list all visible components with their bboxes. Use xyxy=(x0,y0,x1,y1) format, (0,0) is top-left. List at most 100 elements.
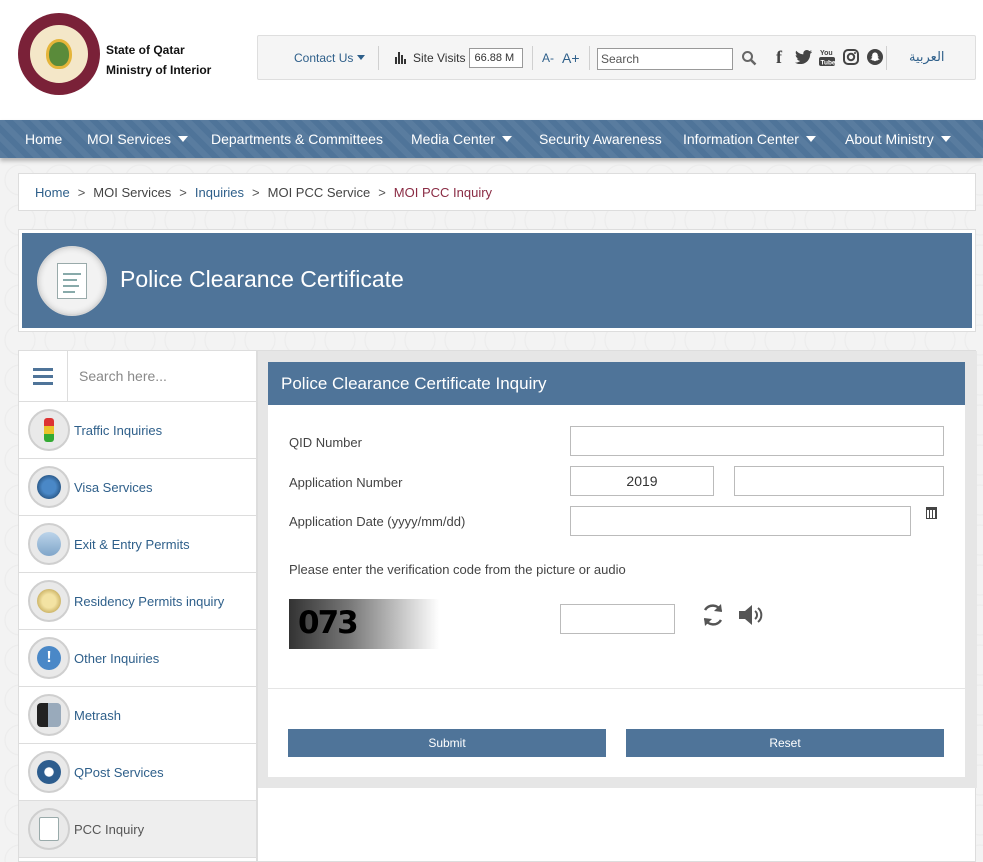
breadcrumb-separator: > xyxy=(179,184,187,200)
form-container: Police Clearance Certificate Inquiry QID… xyxy=(258,351,977,788)
verification-instructions: Please enter the verification code from … xyxy=(289,562,626,577)
caret-down-icon xyxy=(502,136,513,142)
submit-button[interactable]: Submit xyxy=(288,729,606,757)
instagram-icon[interactable] xyxy=(842,47,860,67)
reset-button[interactable]: Reset xyxy=(626,729,944,757)
nav-label: Home xyxy=(25,131,63,147)
moi-logo[interactable] xyxy=(18,13,100,95)
captcha-input[interactable] xyxy=(560,604,675,634)
divider xyxy=(589,46,590,70)
sidebar-item-pcc-inquiry[interactable]: PCC Inquiry xyxy=(19,801,256,858)
form-title: Police Clearance Certificate Inquiry xyxy=(268,362,965,405)
snapchat-icon[interactable] xyxy=(866,47,884,67)
main-content: Police Clearance Certificate Inquiry QID… xyxy=(257,350,977,862)
utility-bar: Contact Us Site Visits 66.88 M A- A+ Sea… xyxy=(257,35,976,80)
font-increase-button[interactable]: A+ xyxy=(562,50,580,66)
exclamation-icon: ! xyxy=(28,637,70,679)
twitter-icon[interactable] xyxy=(794,47,812,67)
breadcrumb-moi-services: MOI Services xyxy=(93,184,172,200)
logo-emblem xyxy=(30,25,88,83)
search-icon[interactable] xyxy=(741,50,757,66)
bar-chart-icon xyxy=(395,51,407,64)
nav-departments[interactable]: Departments & Committees xyxy=(211,120,383,158)
contact-us-dropdown[interactable]: Contact Us xyxy=(294,36,366,79)
visa-icon xyxy=(28,466,70,508)
nav-label: Information Center xyxy=(683,131,799,147)
sidebar-search-input[interactable]: Search here... xyxy=(79,368,167,384)
breadcrumb: Home > MOI Services > Inquiries > MOI PC… xyxy=(18,173,976,211)
hamburger-menu-icon[interactable] xyxy=(19,351,68,401)
certificate-icon xyxy=(37,246,107,316)
nav-information-center[interactable]: Information Center xyxy=(683,120,816,158)
contact-us-label: Contact Us xyxy=(294,50,354,65)
emblem-icon xyxy=(46,39,72,69)
page-title: Police Clearance Certificate xyxy=(120,266,404,292)
breadcrumb-separator: > xyxy=(378,184,386,200)
sidebar-item-label: Exit & Entry Permits xyxy=(74,536,190,552)
sidebar-item-label: PCC Inquiry xyxy=(74,821,145,837)
banner-body: Police Clearance Certificate xyxy=(22,233,972,328)
calendar-icon[interactable] xyxy=(926,507,937,519)
mobile-phone-icon xyxy=(28,694,70,736)
font-decrease-button[interactable]: A- xyxy=(542,51,554,65)
sidebar-item-qpost[interactable]: QPost Services xyxy=(19,744,256,801)
nav-label: About Ministry xyxy=(845,131,934,147)
captcha-image: 073 xyxy=(289,599,439,649)
sidebar-item-visa-services[interactable]: Visa Services xyxy=(19,459,256,516)
org-name: State of Qatar Ministry of Interior xyxy=(106,40,211,80)
facebook-icon[interactable]: f xyxy=(770,47,788,67)
nav-moi-services[interactable]: MOI Services xyxy=(87,120,189,158)
nav-about-ministry[interactable]: About Ministry xyxy=(845,120,951,158)
sidebar-item-exit-entry[interactable]: Exit & Entry Permits xyxy=(19,516,256,573)
refresh-icon[interactable] xyxy=(700,602,726,628)
document-icon xyxy=(57,263,87,299)
application-date-label: Application Date (yyyy/mm/dd) xyxy=(289,514,466,529)
org-line-1: State of Qatar xyxy=(106,43,185,57)
nav-label: Security Awareness xyxy=(539,131,662,147)
sidebar-item-residency-permits[interactable]: Residency Permits inquiry xyxy=(19,573,256,630)
breadcrumb-current: MOI PCC Inquiry xyxy=(393,184,493,200)
org-line-2: Ministry of Interior xyxy=(106,63,212,77)
nav-label: Departments & Committees xyxy=(211,131,383,147)
nav-label: MOI Services xyxy=(87,131,172,147)
application-date-input[interactable] xyxy=(570,506,911,536)
application-year-input[interactable]: 2019 xyxy=(570,466,714,496)
breadcrumb-separator: > xyxy=(77,184,86,200)
traffic-light-icon xyxy=(28,409,70,451)
site-visits-label: Site Visits xyxy=(413,50,466,65)
caret-down-icon xyxy=(357,55,366,60)
nav-media-center[interactable]: Media Center xyxy=(411,120,513,158)
application-number-input[interactable] xyxy=(734,466,944,496)
caret-down-icon xyxy=(940,136,951,142)
breadcrumb-inquiries[interactable]: Inquiries xyxy=(195,185,244,200)
nav-label: Media Center xyxy=(411,131,496,147)
search-input[interactable]: Search xyxy=(597,48,733,70)
certificate-icon xyxy=(28,808,70,850)
social-links: f You Tube xyxy=(770,47,884,67)
site-header: State of Qatar Ministry of Interior Cont… xyxy=(0,0,983,120)
main-navigation: Home MOI Services Departments & Committe… xyxy=(0,120,983,158)
breadcrumb-pcc-service: MOI PCC Service xyxy=(267,184,371,200)
magnifier-globe-icon xyxy=(28,580,70,622)
delivery-truck-icon xyxy=(28,751,70,793)
sidebar-item-metrash[interactable]: Metrash xyxy=(19,687,256,744)
sidebar-item-traffic-inquiries[interactable]: Traffic Inquiries xyxy=(19,402,256,459)
sidebar-item-label: Residency Permits inquiry xyxy=(74,593,225,609)
sidebar-item-other-inquiries[interactable]: ! Other Inquiries xyxy=(19,630,256,687)
page-banner: Police Clearance Certificate xyxy=(18,229,976,332)
captcha-text: 073 xyxy=(298,605,359,641)
divider xyxy=(886,46,887,70)
sidebar-item-label: QPost Services xyxy=(74,764,164,780)
sidebar: Search here... Traffic Inquiries Visa Se… xyxy=(18,350,257,862)
audio-speaker-icon[interactable] xyxy=(737,602,765,628)
breadcrumb-separator: > xyxy=(252,184,260,200)
language-switch[interactable]: العربية xyxy=(909,36,945,79)
youtube-icon[interactable]: You Tube xyxy=(818,47,836,67)
breadcrumb-home[interactable]: Home xyxy=(35,185,70,200)
sidebar-item-label: Other Inquiries xyxy=(74,650,160,666)
divider xyxy=(532,46,533,70)
qid-input[interactable] xyxy=(570,426,944,456)
nav-security-awareness[interactable]: Security Awareness xyxy=(539,120,662,158)
nav-home[interactable]: Home xyxy=(25,120,62,158)
svg-text:You: You xyxy=(820,50,833,57)
